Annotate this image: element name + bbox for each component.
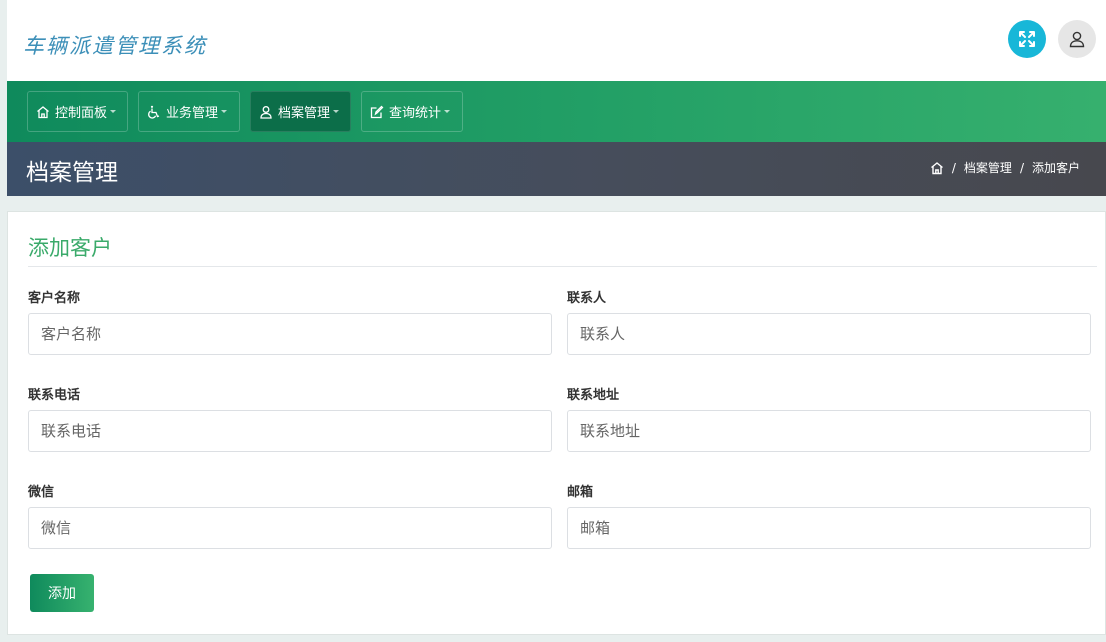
home-icon bbox=[37, 105, 49, 118]
contact-person-input[interactable] bbox=[567, 313, 1091, 355]
page-header-bar: 档案管理 / 档案管理 / 添加客户 bbox=[7, 142, 1106, 196]
breadcrumb: / 档案管理 / 添加客户 bbox=[930, 159, 1080, 176]
top-header: 车辆派遣管理系统 bbox=[7, 0, 1106, 81]
app-logo: 车辆派遣管理系统 bbox=[23, 34, 207, 58]
wechat-input[interactable] bbox=[28, 507, 552, 549]
chevron-down-icon bbox=[110, 110, 117, 113]
main-nav: 控制面板 业务管理 档案管理 查询统计 bbox=[7, 81, 1106, 142]
left-margin bbox=[0, 0, 7, 642]
nav-item-label: 档案管理 bbox=[278, 106, 331, 121]
breadcrumb-item-current: 添加客户 bbox=[1031, 161, 1080, 175]
user-menu-button[interactable] bbox=[1058, 20, 1096, 58]
user-icon bbox=[1069, 31, 1085, 48]
email-input[interactable] bbox=[567, 507, 1091, 549]
breadcrumb-separator: / bbox=[951, 160, 956, 175]
chevron-down-icon bbox=[333, 110, 340, 113]
user-icon bbox=[260, 105, 272, 119]
fullscreen-button[interactable] bbox=[1008, 20, 1046, 58]
phone-input[interactable] bbox=[28, 410, 552, 452]
nav-item-label: 业务管理 bbox=[166, 106, 219, 121]
add-customer-card: 添加客户 客户名称 联系人 联系电话 联系地址 微信 邮箱 添加 bbox=[7, 211, 1106, 635]
breadcrumb-separator: / bbox=[1019, 160, 1024, 175]
nav-item-business[interactable]: 业务管理 bbox=[138, 91, 240, 132]
edit-icon bbox=[370, 105, 384, 118]
home-icon[interactable] bbox=[930, 161, 944, 175]
customer-name-label: 客户名称 bbox=[28, 291, 81, 306]
chevron-down-icon bbox=[444, 110, 451, 113]
divider bbox=[28, 266, 1097, 267]
expand-arrows-icon bbox=[1019, 31, 1035, 47]
wechat-label: 微信 bbox=[28, 485, 55, 500]
breadcrumb-item[interactable]: 档案管理 bbox=[964, 159, 1012, 176]
nav-item-statistics[interactable]: 查询统计 bbox=[361, 91, 463, 132]
nav-item-archives[interactable]: 档案管理 bbox=[250, 91, 351, 132]
contact-person-label: 联系人 bbox=[567, 291, 607, 306]
nav-item-label: 控制面板 bbox=[55, 106, 108, 121]
address-input[interactable] bbox=[567, 410, 1091, 452]
phone-label: 联系电话 bbox=[28, 388, 81, 403]
form-title: 添加客户 bbox=[28, 236, 112, 260]
address-label: 联系地址 bbox=[567, 388, 620, 403]
email-label: 邮箱 bbox=[567, 485, 594, 500]
nav-item-dashboard[interactable]: 控制面板 bbox=[27, 91, 128, 132]
nav-item-label: 查询统计 bbox=[389, 106, 442, 121]
customer-name-input[interactable] bbox=[28, 313, 552, 355]
app-shell: 车辆派遣管理系统 控制面板 业务管理 档案管理 查询统计 档案管理 / 档案管理… bbox=[7, 0, 1106, 642]
add-button[interactable]: 添加 bbox=[30, 574, 94, 612]
page-title: 档案管理 bbox=[26, 160, 118, 186]
chevron-down-icon bbox=[221, 110, 228, 113]
wheelchair-icon bbox=[148, 105, 160, 119]
